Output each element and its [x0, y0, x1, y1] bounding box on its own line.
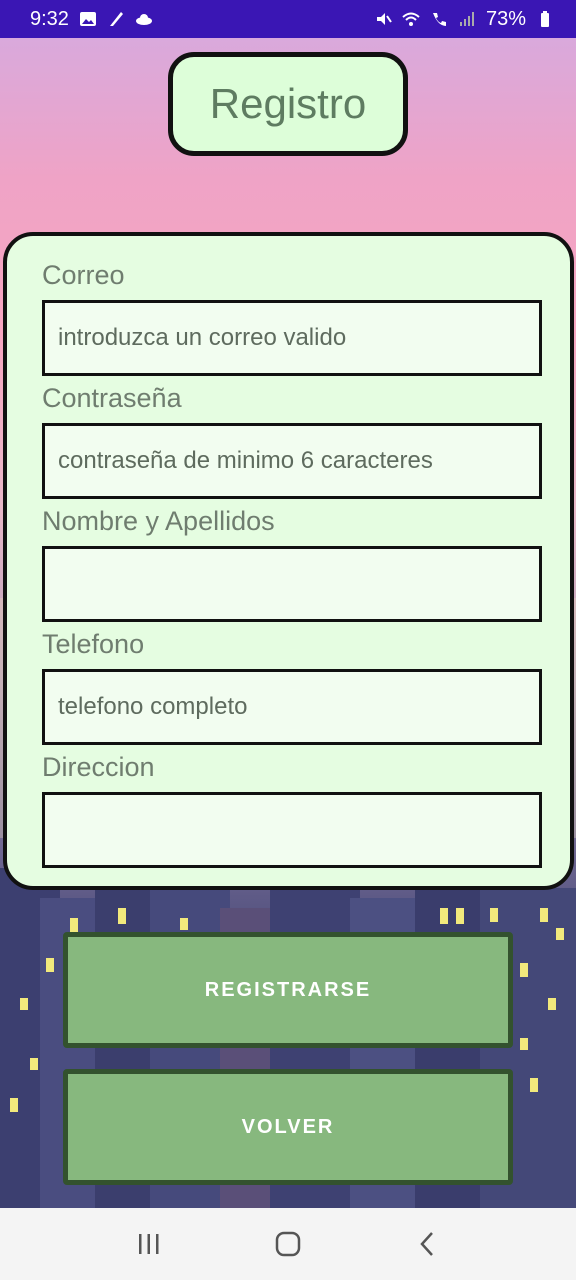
status-bar: 9:32 73% — [0, 0, 576, 38]
email-label: Correo — [42, 260, 125, 290]
status-bar-right: 73% — [374, 8, 554, 31]
registration-form: Correo introduzca un correo valido Contr… — [3, 232, 574, 890]
phone-field[interactable]: telefono completo — [42, 669, 542, 745]
status-time: 9:32 — [30, 7, 69, 30]
mute-icon — [376, 13, 392, 25]
back-icon — [419, 1232, 433, 1256]
feather-icon — [109, 12, 123, 26]
home-button[interactable] — [268, 1224, 308, 1264]
phone-label: Telefono — [42, 629, 145, 659]
register-button[interactable]: REGISTRARSE — [63, 932, 513, 1048]
address-label: Direccion — [42, 752, 155, 782]
password-field[interactable]: contraseña de minimo 6 caracteres — [42, 423, 542, 499]
battery-icon — [541, 11, 549, 27]
wifi-icon — [402, 12, 420, 26]
page-title: Registro — [168, 52, 408, 156]
email-field[interactable]: introduzca un correo valido — [42, 300, 542, 376]
back-nav-button[interactable] — [407, 1224, 447, 1264]
system-nav-bar — [0, 1208, 576, 1280]
cloud-icon — [135, 14, 152, 25]
signal-icon — [459, 12, 474, 26]
call-icon — [432, 13, 446, 26]
image-icon — [79, 12, 96, 26]
email-placeholder: introduzca un correo valido — [58, 324, 347, 351]
status-bar-left: 9:32 — [30, 8, 153, 31]
password-placeholder: contraseña de minimo 6 caracteres — [58, 447, 433, 474]
recents-icon — [139, 1234, 159, 1254]
recents-button[interactable] — [129, 1224, 169, 1264]
back-button[interactable]: VOLVER — [63, 1069, 513, 1185]
phone-placeholder: telefono completo — [58, 693, 248, 720]
home-icon — [275, 1231, 301, 1257]
name-field[interactable] — [42, 546, 542, 622]
address-field[interactable] — [42, 792, 542, 868]
name-label: Nombre y Apellidos — [42, 506, 275, 536]
battery-percent: 73% — [485, 7, 526, 30]
password-label: Contraseña — [42, 383, 182, 413]
